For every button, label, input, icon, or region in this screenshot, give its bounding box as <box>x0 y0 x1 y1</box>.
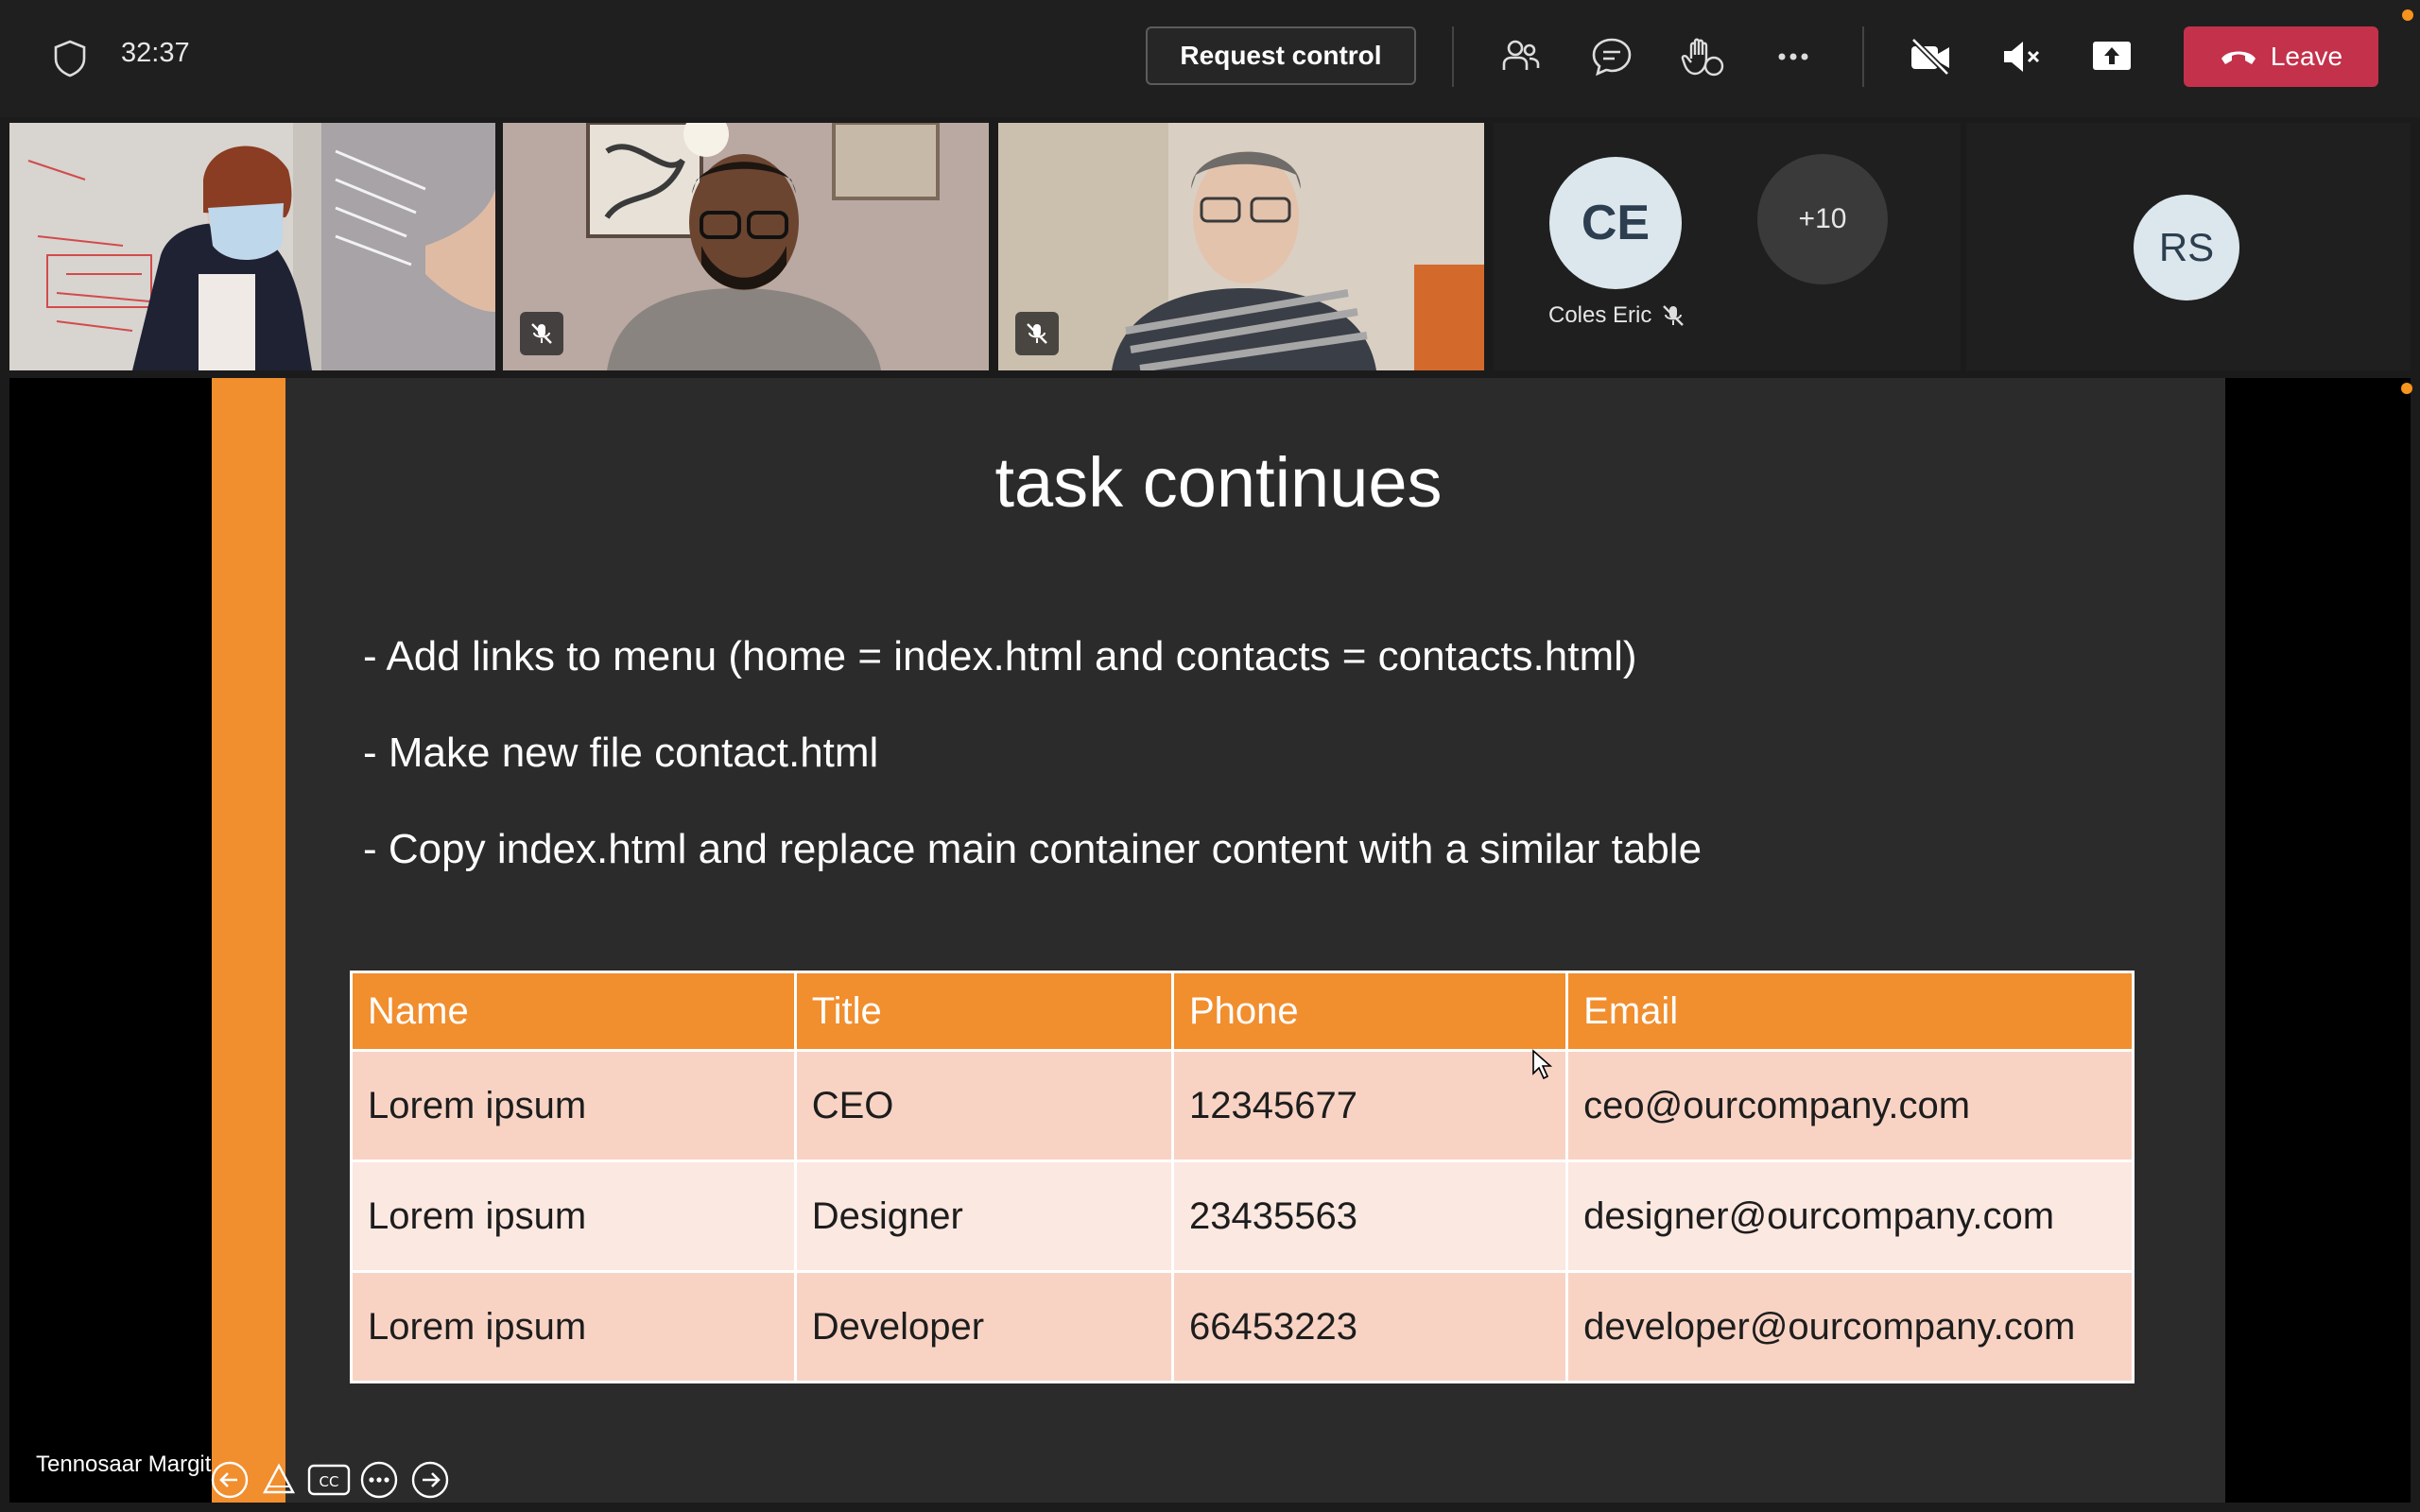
table-cell: 23435563 <box>1170 1160 1569 1273</box>
presenter-video-image <box>9 123 495 370</box>
table-cell: 66453223 <box>1170 1270 1569 1383</box>
people-icon[interactable] <box>1498 34 1544 79</box>
presenter-name-label: Tennosaar Margit <box>36 1452 212 1477</box>
chat-icon[interactable] <box>1589 34 1634 79</box>
table-cell: designer@ourcompany.com <box>1565 1160 2135 1273</box>
closed-captions-icon[interactable]: CC <box>306 1460 352 1500</box>
participants-avatar-area: CE Coles Eric +10 <box>1494 123 1961 370</box>
laser-pointer-icon[interactable] <box>259 1460 299 1500</box>
phone-hangup-icon <box>2221 51 2256 64</box>
meeting-timer: 32:37 <box>121 38 190 68</box>
table-cell: Developer <box>793 1270 1174 1383</box>
video-tile-participant-2[interactable] <box>503 123 989 370</box>
slide-bullet: - Copy index.html and replace main conta… <box>363 826 1703 872</box>
table-row: Lorem ipsum Designer 23435563 designer@o… <box>350 1160 2135 1273</box>
table-row: Lorem ipsum Developer 66453223 developer… <box>350 1270 2135 1383</box>
table-cell: Lorem ipsum <box>350 1270 797 1383</box>
mouse-cursor-icon <box>1532 1049 1553 1080</box>
leave-button[interactable]: Leave <box>2184 26 2378 87</box>
mic-muted-icon <box>531 323 552 344</box>
overflow-count: +10 <box>1798 203 1847 234</box>
toolbar-divider <box>1452 26 1454 87</box>
participant-name-coles-eric: Coles Eric <box>1548 302 1685 329</box>
contacts-table: Name Title Phone Email Lorem ipsum CEO 1… <box>350 971 2135 1383</box>
shared-screen: task continues - Add links to menu (home… <box>9 378 2412 1503</box>
table-cell: Lorem ipsum <box>350 1049 797 1162</box>
more-icon[interactable] <box>1771 34 1816 79</box>
presenter-indicator-dot <box>2401 383 2412 394</box>
leave-label: Leave <box>2270 42 2343 71</box>
next-slide-icon[interactable] <box>410 1460 450 1500</box>
more-options-icon[interactable] <box>359 1460 399 1500</box>
avatar-rs: RS <box>2134 195 2239 301</box>
avatar-initials: RS <box>2158 225 2215 269</box>
slide-title: task continues <box>994 443 1443 522</box>
participant-video-image <box>503 123 989 370</box>
slide-bullet: - Make new file contact.html <box>363 730 879 776</box>
table-header: Title <box>793 971 1174 1052</box>
share-icon[interactable] <box>2089 34 2135 79</box>
table-header-row: Name Title Phone Email <box>350 971 2135 1052</box>
mic-muted-badge <box>520 312 563 355</box>
table-header: Name <box>350 971 797 1052</box>
avatar-initials: CE <box>1581 196 1651 250</box>
video-tile-presenter[interactable] <box>9 123 495 370</box>
slide-accent-bar <box>212 378 285 1503</box>
raise-hand-icon[interactable] <box>1680 34 1725 79</box>
notification-dot <box>2402 9 2413 21</box>
table-cell: ceo@ourcompany.com <box>1565 1049 2135 1162</box>
table-header: Email <box>1565 971 2135 1052</box>
mic-muted-icon <box>1663 305 1685 326</box>
table-cell: CEO <box>793 1049 1174 1162</box>
table-row: Lorem ipsum CEO 12345677 ceo@ourcompany.… <box>350 1049 2135 1162</box>
video-tile-participant-3[interactable] <box>998 123 1484 370</box>
mic-muted-badge <box>1015 312 1059 355</box>
mic-muted-icon <box>1027 323 1047 344</box>
presentation-slide: task continues - Add links to menu (home… <box>212 378 2412 1503</box>
slide-bullet: - Add links to menu (home = index.html a… <box>363 633 1637 679</box>
meeting-toolbar: 32:37 Request control Leave <box>0 0 2420 117</box>
previous-slide-icon[interactable] <box>210 1460 250 1500</box>
more-participants-button[interactable]: +10 <box>1757 154 1888 284</box>
camera-off-icon[interactable] <box>1908 34 1953 79</box>
table-cell: developer@ourcompany.com <box>1565 1270 2135 1383</box>
table-cell: Lorem ipsum <box>350 1160 797 1273</box>
request-control-button[interactable]: Request control <box>1146 26 1416 85</box>
participant-video-image <box>998 123 1484 370</box>
table-cell: 12345677 <box>1170 1049 1569 1162</box>
table-header: Phone <box>1170 971 1569 1052</box>
video-tile-rs[interactable]: RS <box>1966 123 2411 370</box>
svg-text:CC: CC <box>320 1473 339 1490</box>
toolbar-divider <box>1862 26 1864 87</box>
avatar-ce[interactable]: CE <box>1549 157 1682 289</box>
speaker-muted-icon[interactable] <box>1998 34 2044 79</box>
participant-name: Coles Eric <box>1548 302 1652 328</box>
shield-icon[interactable] <box>53 40 87 77</box>
table-cell: Designer <box>793 1160 1174 1273</box>
